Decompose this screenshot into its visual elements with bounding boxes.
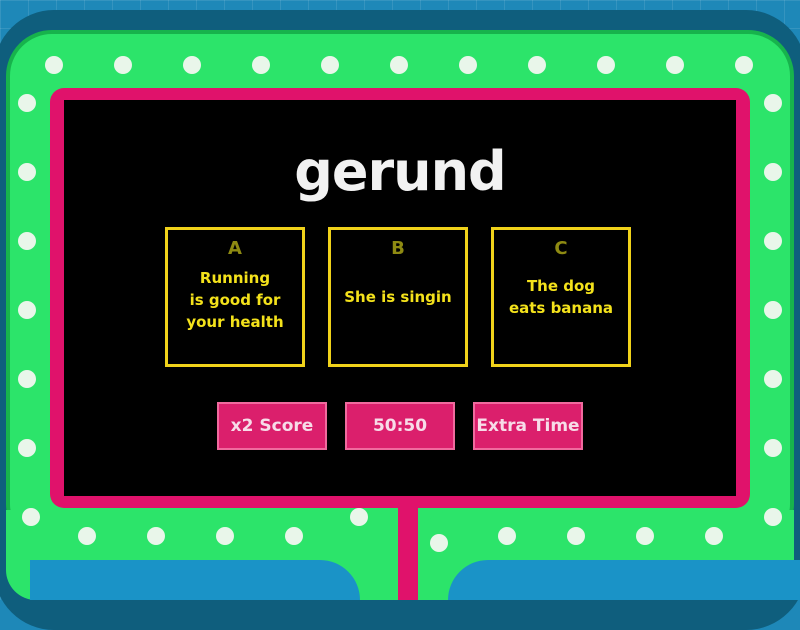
light-dot xyxy=(705,527,723,545)
light-dot xyxy=(666,56,684,74)
answer-option-b[interactable]: B She is singin xyxy=(328,227,468,367)
light-dot xyxy=(735,56,753,74)
light-dot xyxy=(764,508,782,526)
light-dot xyxy=(18,94,36,112)
light-dot xyxy=(114,56,132,74)
light-dot xyxy=(764,439,782,457)
answer-letter: C xyxy=(554,238,568,259)
answer-letter: A xyxy=(228,238,242,259)
light-dot xyxy=(45,56,63,74)
answer-text: She is singin xyxy=(344,288,452,306)
extra-time-button[interactable]: Extra Time xyxy=(473,402,583,450)
light-dot xyxy=(764,94,782,112)
light-dot xyxy=(216,527,234,545)
light-dot xyxy=(18,301,36,319)
light-dot xyxy=(764,370,782,388)
question-text: gerund xyxy=(294,140,506,203)
light-dot xyxy=(252,56,270,74)
light-dot xyxy=(764,163,782,181)
answer-text: Running is good for your health xyxy=(186,269,284,331)
answer-letter: B xyxy=(391,238,405,259)
light-dot xyxy=(321,56,339,74)
light-dot xyxy=(764,301,782,319)
light-dot xyxy=(18,232,36,250)
stem-right-inner xyxy=(448,560,800,600)
fifty-fifty-button[interactable]: 50:50 xyxy=(345,402,455,450)
stem-left-inner xyxy=(30,560,360,600)
light-dot xyxy=(183,56,201,74)
answer-text: The dog eats banana xyxy=(508,277,614,317)
light-dot xyxy=(390,56,408,74)
answer-option-c[interactable]: C The dog eats banana xyxy=(491,227,631,367)
light-dot xyxy=(459,56,477,74)
light-dot xyxy=(147,527,165,545)
light-dot xyxy=(498,527,516,545)
light-dot xyxy=(78,527,96,545)
double-score-button[interactable]: x2 Score xyxy=(217,402,327,450)
panel-stem xyxy=(398,500,418,600)
light-dot xyxy=(764,232,782,250)
light-dot xyxy=(350,508,368,526)
light-dot xyxy=(430,534,448,552)
light-dot xyxy=(18,163,36,181)
light-dot xyxy=(597,56,615,74)
light-dot xyxy=(285,527,303,545)
light-dot xyxy=(636,527,654,545)
light-dot xyxy=(528,56,546,74)
light-dot xyxy=(18,370,36,388)
answer-option-a[interactable]: A Running is good for your health xyxy=(165,227,305,367)
light-dot xyxy=(22,508,40,526)
light-dot xyxy=(567,527,585,545)
light-dot xyxy=(18,439,36,457)
